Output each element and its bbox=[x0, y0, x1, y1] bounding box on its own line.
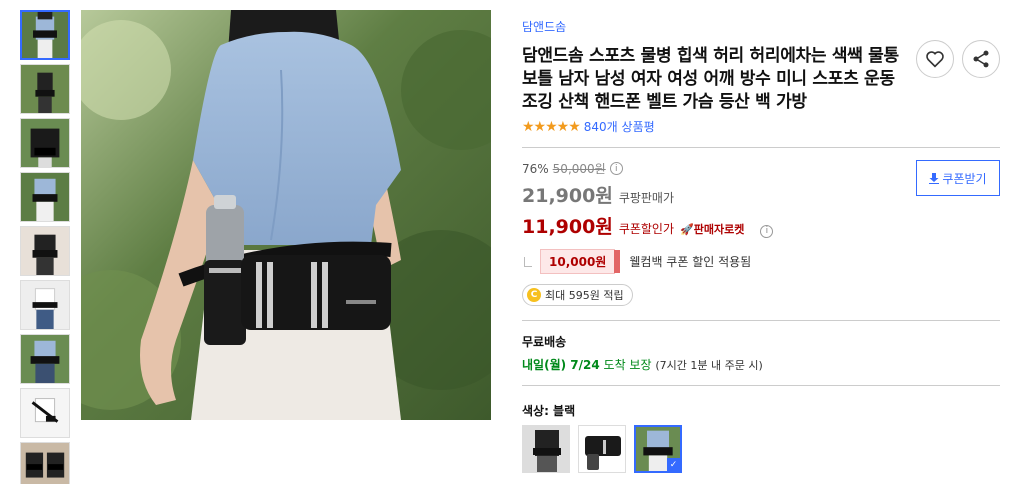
thumbnail-3[interactable] bbox=[20, 118, 70, 168]
rating-row: ★★★★★ 840개 상품평 bbox=[522, 118, 1000, 135]
arrival-guarantee: 도착 보장 bbox=[603, 358, 652, 372]
divider bbox=[522, 385, 1000, 386]
thumbnail-8[interactable] bbox=[20, 388, 70, 438]
thumbnail-7[interactable] bbox=[20, 334, 70, 384]
coupon-price-row: 11,900원 쿠폰할인가 🚀판매자로켓 i bbox=[522, 212, 1000, 239]
color-swatch-2[interactable] bbox=[578, 425, 626, 473]
coin-icon: C bbox=[527, 288, 541, 302]
original-price: 50,000원 bbox=[552, 162, 606, 176]
shipping-block: 무료배송 내일(월) 7/24 도착 보장 (7시간 1분 내 주문 시) bbox=[522, 333, 1000, 373]
seller-rocket-badge: 🚀판매자로켓 bbox=[680, 223, 745, 236]
price-block: 76% 50,000원 i 21,900원 쿠팡판매가 11,900원 쿠폰할인… bbox=[522, 160, 1000, 239]
shipping-title: 무료배송 bbox=[522, 335, 567, 349]
brand-link[interactable]: 담앤드솜 bbox=[522, 18, 1000, 35]
indent-corner bbox=[524, 256, 532, 267]
color-option-label: 색상: 블랙 bbox=[522, 404, 576, 418]
thumbnail-image bbox=[21, 173, 69, 221]
star-rating: ★★★★★ bbox=[522, 118, 581, 135]
thumbnail-image bbox=[21, 389, 69, 437]
info-icon[interactable]: i bbox=[760, 224, 774, 238]
heart-icon bbox=[926, 51, 944, 68]
coupon-price-label: 쿠폰할인가 bbox=[618, 222, 675, 236]
divider bbox=[522, 147, 1000, 148]
thumbnail-2[interactable] bbox=[20, 64, 70, 114]
color-swatch-1[interactable] bbox=[522, 425, 570, 473]
thumbnail-image bbox=[21, 119, 69, 167]
thumbnail-image bbox=[21, 335, 69, 383]
thumbnail-image bbox=[21, 227, 69, 275]
main-product-image[interactable] bbox=[81, 10, 491, 420]
sale-price-label: 쿠팡판매가 bbox=[618, 191, 675, 205]
sale-price: 21,900원 bbox=[522, 185, 613, 207]
wishlist-button[interactable] bbox=[916, 40, 954, 78]
thumbnail-image bbox=[21, 281, 69, 329]
info-icon[interactable]: i bbox=[609, 162, 623, 175]
thumbnail-6[interactable] bbox=[20, 280, 70, 330]
swatch-image bbox=[579, 426, 625, 472]
welcome-coupon-text: 웰컴백 쿠폰 할인 적용됨 bbox=[629, 255, 752, 269]
product-info: 담앤드솜 담앤드솜 스포츠 물병 힙색 허리 허리에차는 색쌕 물통 보틀 남자… bbox=[522, 18, 1000, 473]
download-icon bbox=[929, 172, 940, 184]
divider bbox=[522, 320, 1000, 321]
share-button[interactable] bbox=[962, 40, 1000, 78]
shipping-arrival-row: 내일(월) 7/24 도착 보장 (7시간 1분 내 주문 시) bbox=[522, 356, 1000, 373]
share-icon bbox=[973, 50, 989, 68]
check-icon: ✓ bbox=[667, 458, 680, 471]
thumbnail-image bbox=[21, 65, 69, 113]
discount-rate: 76% bbox=[522, 161, 549, 176]
action-buttons bbox=[916, 40, 1000, 78]
welcome-coupon-row: 10,000원 웰컴백 쿠폰 할인 적용됨 bbox=[524, 249, 1000, 274]
thumbnail-image bbox=[22, 12, 68, 58]
product-title: 담앤드솜 스포츠 물병 힙색 허리 허리에차는 색쌕 물통 보틀 남자 남성 여… bbox=[522, 46, 899, 112]
product-photo bbox=[81, 10, 491, 420]
points-badge: C 최대 595원 적립 bbox=[522, 284, 633, 306]
thumbnail-9[interactable] bbox=[20, 442, 70, 484]
color-swatch-3[interactable]: ✓ bbox=[634, 425, 682, 473]
coupon-price: 11,900원 bbox=[522, 216, 613, 238]
points-text: 최대 595원 적립 bbox=[545, 289, 624, 302]
review-count-link[interactable]: 840개 상품평 bbox=[584, 118, 655, 135]
welcome-coupon-amount: 10,000원 bbox=[540, 249, 621, 274]
coupon-download-button[interactable]: 쿠폰받기 bbox=[916, 160, 1000, 196]
arrival-date: 내일(월) 7/24 bbox=[522, 358, 600, 372]
thumbnail-1[interactable] bbox=[20, 10, 70, 60]
thumbnail-4[interactable] bbox=[20, 172, 70, 222]
thumbnail-list bbox=[20, 10, 72, 484]
color-swatches: ✓ bbox=[522, 425, 1000, 473]
thumbnail-5[interactable] bbox=[20, 226, 70, 276]
order-deadline-note: (7시간 1분 내 주문 시) bbox=[655, 359, 763, 372]
coupon-download-label: 쿠폰받기 bbox=[942, 171, 987, 186]
thumbnail-image bbox=[21, 443, 69, 484]
rocket-icon: 🚀 bbox=[680, 223, 694, 236]
swatch-image bbox=[523, 426, 569, 472]
